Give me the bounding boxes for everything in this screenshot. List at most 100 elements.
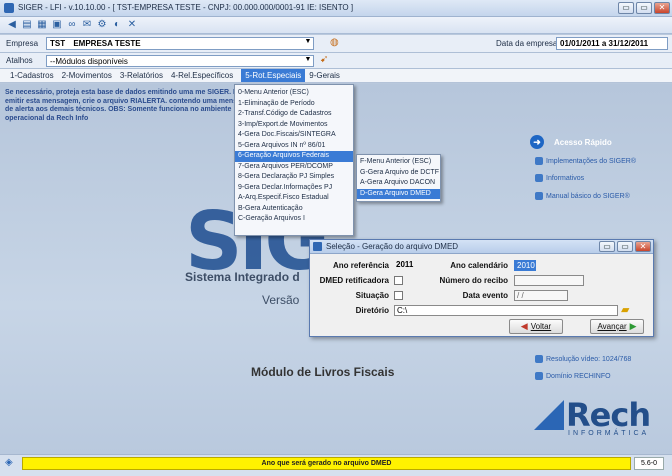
avancar-label: Avançar	[597, 322, 627, 331]
settings-icon[interactable]: ⚙	[96, 19, 108, 31]
menu-item-transf-codigo[interactable]: 2-Transf.Código de Cadastros	[235, 109, 353, 120]
company-date-label: Data da empresa	[496, 39, 558, 48]
help-icon	[535, 192, 543, 200]
arquivos-federais-submenu: F-Menu Anterior (ESC) G-Gera Arquivo de …	[356, 154, 441, 202]
menu-item-eliminacao[interactable]: 1-Eliminação de Período	[235, 99, 353, 110]
calendar-icon[interactable]: ▦	[36, 19, 48, 31]
window-controls: ▭ ▭ ✕	[618, 2, 670, 14]
submenu-item-dctf[interactable]: G-Gera Arquivo de DCTF	[357, 168, 440, 179]
submenu-item-menu-anterior[interactable]: F-Menu Anterior (ESC)	[357, 157, 440, 168]
data-evento-input[interactable]: / /	[514, 290, 568, 301]
quick-access-header[interactable]: ➜ Acesso Rápido	[530, 135, 612, 149]
app-icon	[4, 3, 14, 13]
shortcut-go-icon[interactable]: ➹	[320, 54, 332, 66]
title-bar: SIGER - LFI - v.10.10.00 - [ TST-EMPRESA…	[0, 0, 672, 17]
ano-referencia-label: Ano referência	[332, 261, 389, 270]
menu-item-perdcomp[interactable]: 7-Gera Arquivos PER/DCOMP	[235, 162, 353, 173]
rech-mark-icon	[534, 400, 564, 430]
menu-item-geracao-arquivos[interactable]: C-Geração Arquivos I	[235, 214, 353, 225]
quick-link-informativos[interactable]: Informativos	[535, 174, 584, 182]
dmed-dialog: Seleção - Geração do arquivo DMED ▭ ▭ ✕ …	[309, 239, 654, 337]
menu-item-menu-anterior[interactable]: 0-Menu Anterior (ESC)	[235, 88, 353, 99]
menu-item-autenticacao[interactable]: B-Gera Autenticação	[235, 204, 353, 215]
maximize-button[interactable]: ▭	[636, 2, 652, 14]
ano-referencia-value[interactable]: 2011	[394, 260, 420, 271]
status-message: Ano que será gerado no arquivo DMED	[22, 457, 631, 470]
menu-item-declar-pj[interactable]: 9-Gera Declar.Informações PJ	[235, 183, 353, 194]
menu-item-sintegra[interactable]: 4-Gera Doc.Fiscais/SINTEGRA	[235, 130, 353, 141]
shortcuts-row: Atalhos --Módulos disponíveis ▼ ➹	[0, 53, 672, 69]
dialog-window-controls: ▭ ▭ ✕	[599, 241, 651, 252]
gear-icon	[535, 157, 543, 165]
dialog-minimize-button[interactable]: ▭	[599, 241, 615, 252]
ano-calendario-input[interactable]: 2010	[514, 260, 536, 271]
menu-rel-especificos[interactable]: 4-Rel.Específicos	[167, 69, 237, 82]
quick-link-resolucao[interactable]: Resolução vídeo: 1024/768	[535, 355, 631, 363]
folder-icon[interactable]: ▰	[621, 304, 633, 316]
search-icon[interactable]: ◐	[111, 19, 123, 31]
situacao-checkbox[interactable]	[394, 291, 403, 300]
company-row: Empresa TST EMPRESA TESTE ▼ ◍ Data da em…	[0, 35, 672, 53]
quick-link-manual[interactable]: Manual básico do SIGER®	[535, 192, 630, 200]
company-code: TST	[50, 39, 66, 48]
menu-rot-especiais[interactable]: 5-Rot.Especiais	[241, 69, 306, 82]
submenu-item-dacon[interactable]: A-Gera Arquivo DACON	[357, 178, 440, 189]
submenu-item-dmed[interactable]: D-Gera Arquivo DMED	[357, 188, 440, 199]
diretorio-label: Diretório	[355, 306, 389, 315]
exit-icon[interactable]: ◀	[6, 19, 18, 31]
dialog-app-icon	[313, 242, 322, 251]
menu-movimentos[interactable]: 2-Movimentos	[58, 69, 116, 82]
toolbar: ◀ ▤ ▦ ▣ ∞ ✉ ⚙ ◐ ✕	[0, 17, 672, 34]
back-arrow-icon: ◀	[520, 321, 528, 331]
situacao-label: Situação	[355, 291, 389, 300]
glasses-icon[interactable]: ∞	[66, 19, 78, 31]
shortcuts-label: Atalhos	[6, 56, 33, 65]
quick-link-implementacoes[interactable]: Implementações do SIGER®	[535, 157, 636, 165]
numero-recibo-input[interactable]	[514, 275, 584, 286]
rech-name: Rech	[566, 396, 651, 434]
chevron-down-icon[interactable]: ▼	[303, 38, 313, 48]
menu-item-imp-export[interactable]: 3-Imp/Export.de Movimentos	[235, 120, 353, 131]
company-info-icon[interactable]: ◍	[330, 37, 342, 49]
dialog-close-button[interactable]: ✕	[635, 241, 651, 252]
menu-item-fisco-estadual[interactable]: A-Arq.Especif.Fisco Estadual	[235, 193, 353, 204]
menu-item-arquivos-federais[interactable]: 6-Geração Arquivos Federais	[235, 151, 353, 162]
data-evento-label: Data evento	[462, 291, 508, 300]
status-code: 5.6-0	[634, 457, 664, 470]
chevron-down-icon[interactable]: ▼	[303, 56, 313, 66]
version-label: Versão	[262, 293, 300, 307]
menu-item-in86[interactable]: 5-Gera Arquivos IN nº 86/01	[235, 141, 353, 152]
company-name: EMPRESA TESTE	[73, 39, 141, 48]
window-title: SIGER - LFI - v.10.10.00 - [ TST-EMPRESA…	[18, 3, 354, 12]
module-title: Módulo de Livros Fiscais	[251, 365, 395, 379]
quick-link-dominio[interactable]: Domínio RECHINFO	[535, 372, 611, 380]
menu-gerais[interactable]: 9-Gerais	[305, 69, 344, 82]
rot-especiais-menu: 0-Menu Anterior (ESC) 1-Eliminação de Pe…	[234, 84, 354, 236]
avancar-button[interactable]: Avançar ▶	[590, 319, 644, 334]
close-button[interactable]: ✕	[654, 2, 670, 14]
company-field[interactable]: TST EMPRESA TESTE	[46, 37, 314, 50]
minimize-button[interactable]: ▭	[618, 2, 634, 14]
status-help-icon[interactable]: ◈	[5, 457, 17, 469]
company-label: Empresa	[6, 39, 39, 48]
diretorio-input[interactable]: C:\	[394, 305, 618, 316]
rech-logo: Rech INFORMÁTICA	[534, 396, 651, 437]
document-icon[interactable]: ▣	[51, 19, 63, 31]
menu-item-pj-simples[interactable]: 8-Gera Declaração PJ Simples	[235, 172, 353, 183]
mail-icon[interactable]: ✉	[81, 19, 93, 31]
forward-arrow-icon: ▶	[629, 321, 637, 331]
rech-sub: INFORMÁTICA	[568, 430, 650, 437]
dmed-retificadora-checkbox[interactable]	[394, 276, 403, 285]
monitor-icon	[535, 355, 543, 363]
voltar-button[interactable]: ◀ Voltar	[509, 319, 563, 334]
menu-cadastros[interactable]: 1-Cadastros	[6, 69, 58, 82]
menu-bar: 1-Cadastros 2-Movimentos 3-Relatórios 4-…	[0, 69, 672, 83]
shortcuts-select[interactable]: --Módulos disponíveis	[46, 55, 314, 67]
warning-text: Se necessário, proteja esta base de dado…	[5, 89, 256, 122]
dialog-maximize-button[interactable]: ▭	[617, 241, 633, 252]
link-icon	[535, 372, 543, 380]
tools-icon[interactable]: ✕	[126, 19, 138, 31]
list-icon[interactable]: ▤	[21, 19, 33, 31]
menu-relatorios[interactable]: 3-Relatórios	[116, 69, 167, 82]
dmed-retificadora-label: DMED retificadora	[319, 276, 389, 285]
